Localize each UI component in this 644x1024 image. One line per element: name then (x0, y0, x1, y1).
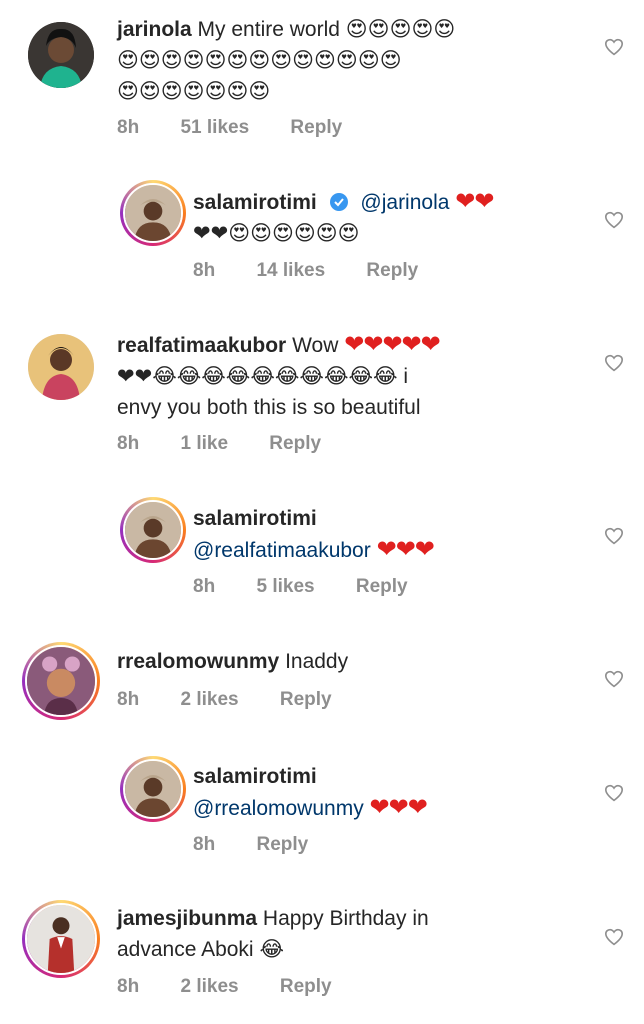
comment-body: i (403, 365, 409, 388)
reply-button[interactable]: Reply (366, 260, 418, 281)
comment-body: Happy Birthday in (262, 907, 429, 930)
avatar[interactable] (120, 497, 186, 563)
heart-emojis: ❤❤❤❤❤ (344, 331, 441, 358)
username[interactable]: salamirotimi (193, 191, 317, 214)
timestamp: 8h (117, 433, 140, 454)
heart-outline-icon[interactable] (604, 670, 624, 688)
avatar[interactable] (120, 180, 186, 246)
comment-text: jamesjibunma Happy Birthday in advance A… (117, 903, 557, 965)
reply-button[interactable]: Reply (280, 976, 332, 997)
comment-body: envy you both this is so beautiful (117, 396, 421, 419)
heart-emojis: ❤❤❤ (376, 536, 435, 563)
reply-button[interactable]: Reply (280, 689, 332, 710)
emoji-row: 😍😍😍😍😍😍😍😍😍😍😍😍😍 (117, 48, 402, 72)
avatar[interactable] (120, 756, 186, 822)
heart-emojis: ❤❤ (455, 188, 494, 215)
username[interactable]: jarinola (117, 18, 192, 41)
heart-outline-icon[interactable] (604, 784, 624, 802)
username[interactable]: salamirotimi (193, 765, 317, 788)
comment-text: jarinola My entire world 😍😍😍😍😍 😍😍😍😍😍😍😍😍😍… (117, 14, 577, 107)
emoji-row: 😍😍😍😍😍😍😍 (117, 79, 271, 103)
reply-button[interactable]: Reply (356, 576, 408, 597)
username[interactable]: jamesjibunma (117, 907, 257, 930)
likes-count[interactable]: 5 likes (256, 576, 314, 597)
avatar[interactable] (22, 900, 100, 978)
emoji-row: 😍😍😍😍😍 (345, 17, 456, 41)
timestamp: 8h (117, 689, 140, 710)
comment-text: salamirotimi @rrealomowunmy ❤❤❤ (193, 761, 583, 824)
avatar[interactable] (22, 642, 100, 720)
comment-meta: 8h 1 like Reply (117, 433, 357, 455)
verified-badge-icon (329, 193, 348, 211)
comment-text: salamirotimi @realfatimaakubor ❤❤❤ (193, 503, 583, 566)
mention-link[interactable]: @rrealomowunmy (193, 797, 364, 820)
likes-count[interactable]: 2 likes (180, 976, 238, 997)
comment-body: My entire world (197, 18, 340, 41)
username[interactable]: salamirotimi (193, 507, 317, 530)
heart-emojis: ❤❤❤ (369, 794, 428, 821)
username[interactable]: rrealomowunmy (117, 650, 279, 673)
timestamp: 8h (117, 117, 140, 138)
likes-count[interactable]: 1 like (180, 433, 228, 454)
comment-meta: 8h 51 likes Reply (117, 117, 378, 139)
comment-text: salamirotimi @jarinola ❤❤ ❤❤😍😍😍😍😍😍 (193, 186, 583, 249)
likes-count[interactable]: 51 likes (180, 117, 249, 138)
comment-body: Inaddy (285, 650, 349, 673)
comment-meta: 8h 2 likes Reply (117, 689, 368, 711)
likes-count[interactable]: 14 likes (256, 260, 325, 281)
avatar[interactable] (28, 22, 94, 88)
timestamp: 8h (193, 576, 216, 597)
heart-outline-icon[interactable] (604, 928, 624, 946)
timestamp: 8h (193, 260, 216, 281)
username[interactable]: realfatimaakubor (117, 334, 286, 357)
emoji-row: ❤❤😂😂😂😂😂😂😂😂😂😂 (117, 364, 398, 388)
mention-link[interactable]: @jarinola (360, 191, 449, 214)
emoji-row: ❤❤😍😍😍😍😍😍 (193, 221, 360, 245)
heart-outline-icon[interactable] (604, 38, 624, 56)
comment-body: advance Aboki (117, 938, 254, 961)
heart-outline-icon[interactable] (604, 527, 624, 545)
comment-meta: 8h 2 likes Reply (117, 976, 368, 998)
avatar[interactable] (28, 334, 94, 400)
comment-text: rrealomowunmy Inaddy (117, 646, 557, 677)
likes-count[interactable]: 2 likes (180, 689, 238, 710)
comment-meta: 8h 14 likes Reply (193, 260, 454, 282)
comment-meta: 8h 5 likes Reply (193, 576, 444, 598)
reply-button[interactable]: Reply (256, 834, 308, 855)
heart-outline-icon[interactable] (604, 354, 624, 372)
mention-link[interactable]: @realfatimaakubor (193, 539, 371, 562)
comment-body: Wow (292, 334, 339, 357)
reply-button[interactable]: Reply (269, 433, 321, 454)
heart-outline-icon[interactable] (604, 211, 624, 229)
comment-meta: 8h Reply (193, 834, 344, 856)
laughing-emoji: 😂 (259, 937, 284, 961)
comment-text: realfatimaakubor Wow ❤❤❤❤❤ ❤❤😂😂😂😂😂😂😂😂😂😂 … (117, 329, 537, 423)
timestamp: 8h (117, 976, 140, 997)
reply-button[interactable]: Reply (290, 117, 342, 138)
timestamp: 8h (193, 834, 216, 855)
